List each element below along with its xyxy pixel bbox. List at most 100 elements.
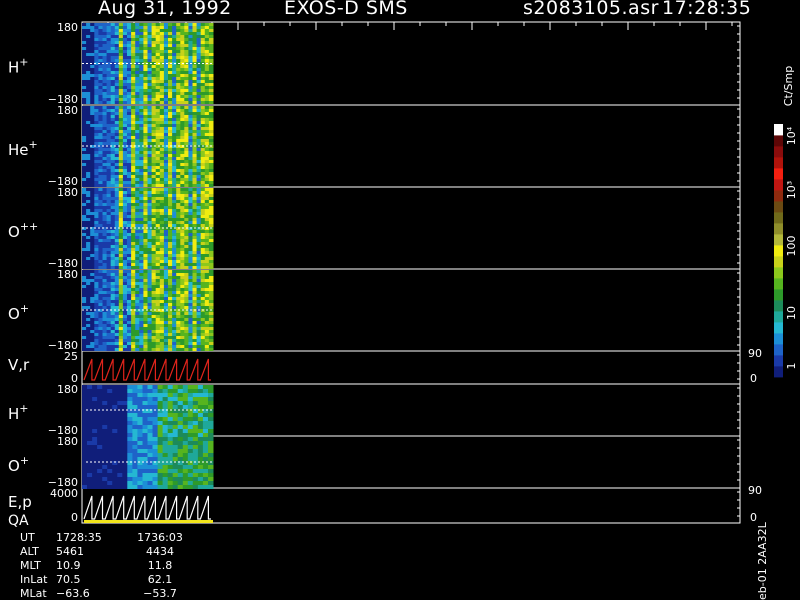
spectrogram-cell	[192, 175, 198, 178]
spectrogram-cell	[94, 101, 99, 104]
spectrogram-cell	[162, 417, 169, 421]
spectrogram-cell	[192, 318, 198, 321]
spectrogram-cell	[163, 200, 169, 203]
spectrogram-cell	[155, 212, 161, 215]
spectrogram-cell	[176, 68, 181, 71]
spectrogram-cell	[159, 44, 165, 47]
spectrogram-cell	[98, 32, 103, 35]
spectrogram-cell	[176, 77, 181, 80]
spectrogram-cell	[159, 297, 165, 300]
spectrogram-cell	[82, 294, 87, 297]
spectrogram-cell	[122, 449, 128, 453]
spectrogram-cell	[82, 345, 87, 348]
spectrogram-cell	[139, 348, 144, 351]
spectrogram-cell	[82, 254, 87, 257]
spectrogram-cell	[118, 109, 124, 112]
spectrogram-cell	[94, 288, 99, 291]
spectrogram-cell	[117, 385, 123, 389]
spectrogram-cell	[90, 142, 95, 145]
spectrogram-cell	[97, 385, 103, 389]
spectrogram-cell	[131, 95, 136, 98]
spectrogram-cell	[172, 112, 177, 115]
spectrogram-cell	[152, 401, 158, 405]
spectrogram-cell	[176, 124, 181, 127]
spectrogram-cell	[114, 212, 120, 215]
spectrogram-cell	[98, 197, 103, 200]
spectrogram-cell	[102, 197, 108, 200]
spectrogram-cell	[168, 315, 173, 318]
spectrogram-cell	[176, 118, 181, 121]
spectrogram-cell	[118, 35, 124, 38]
spectrogram-cell	[163, 118, 169, 121]
spectrogram-cell	[208, 178, 214, 181]
spectrogram-cell	[197, 433, 204, 437]
spectrogram-cell	[151, 212, 157, 215]
spectrogram-cell	[143, 270, 148, 273]
spectrogram-cell	[200, 178, 206, 181]
spectrogram-cell	[127, 297, 132, 300]
colorbar-tick: 10	[785, 306, 798, 320]
spectrogram-cell	[143, 151, 148, 154]
spectrogram-cell	[155, 200, 161, 203]
spectrogram-cell	[127, 257, 132, 260]
spectrogram-cell	[131, 86, 136, 89]
spectrogram-cell	[127, 242, 132, 245]
spectrogram-cell	[102, 47, 108, 50]
spectrogram-cell	[172, 50, 177, 53]
spectrogram-cell	[98, 127, 103, 130]
spectrogram-cell	[122, 142, 128, 145]
spectrogram-cell	[192, 385, 199, 389]
spectrogram-cell	[159, 191, 165, 194]
spectrogram-cell	[147, 306, 153, 309]
spectrogram-cell	[86, 92, 91, 95]
spectrogram-cell	[90, 160, 95, 163]
spectrogram-cell	[102, 348, 108, 351]
spectrogram-cell	[163, 142, 169, 145]
spectrogram-cell	[94, 206, 99, 209]
spectrogram-cell	[114, 242, 120, 245]
spectrogram-cell	[135, 86, 140, 89]
spectrogram-cell	[180, 178, 185, 181]
spectrogram-cell	[90, 236, 95, 239]
spectrogram-cell	[82, 191, 87, 194]
colorbar-segment	[774, 135, 783, 147]
spectrogram-cell	[202, 429, 209, 433]
spectrogram-cell	[184, 23, 189, 26]
spectrogram-cell	[192, 251, 198, 254]
spectrogram-cell	[188, 29, 193, 32]
spectrogram-cell	[163, 345, 169, 348]
spectrogram-cell	[172, 215, 177, 218]
spectrogram-cell	[176, 109, 181, 112]
spectrogram-cell	[180, 124, 185, 127]
spectrogram-cell	[152, 445, 158, 449]
spectrogram-cell	[143, 257, 148, 260]
spectrogram-cell	[118, 184, 124, 187]
spectrogram-cell	[192, 124, 198, 127]
spectrogram-cell	[200, 348, 206, 351]
spectrogram-cell	[163, 303, 169, 306]
spectrogram-cell	[208, 148, 214, 151]
spectrogram-cell	[139, 300, 144, 303]
spectrogram-cell	[152, 457, 158, 461]
spectrogram-cell	[163, 29, 169, 32]
spectrogram-cell	[155, 50, 161, 53]
spectrogram-cell	[98, 44, 103, 47]
spectrogram-cell	[200, 324, 206, 327]
spectrogram-cell	[90, 339, 95, 342]
spectrogram-cell	[86, 218, 91, 221]
spectrogram-cell	[106, 339, 112, 342]
spectrogram-cell	[208, 421, 214, 425]
spectrogram-cell	[155, 95, 161, 98]
spectrogram-cell	[82, 98, 87, 101]
spectrogram-cell	[180, 148, 185, 151]
spectrogram-cell	[159, 83, 165, 86]
spectrogram-cell	[167, 397, 174, 401]
spectrogram-cell	[106, 151, 112, 154]
spectrogram-cell	[208, 74, 214, 77]
spectrogram-cell	[127, 50, 132, 53]
spectrogram-cell	[147, 481, 153, 485]
spectrogram-cell	[208, 215, 214, 218]
spectrogram-cell	[118, 315, 124, 318]
spectrogram-cell	[200, 254, 206, 257]
spectrogram-cell	[204, 251, 210, 254]
